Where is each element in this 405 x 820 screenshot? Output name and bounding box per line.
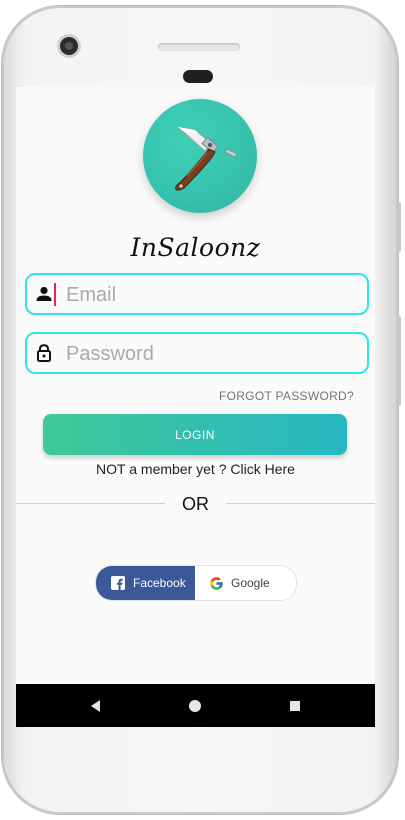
proximity-sensor (183, 70, 213, 83)
volume-button (397, 316, 401, 406)
facebook-icon (111, 576, 125, 590)
person-icon (36, 286, 52, 301)
password-field[interactable] (25, 332, 369, 374)
app-logo (143, 99, 257, 213)
email-input[interactable] (64, 278, 358, 312)
social-login-group: Facebook Google (95, 565, 297, 601)
forgot-password-link[interactable]: FORGOT PASSWORD? (219, 389, 354, 403)
signup-link[interactable]: NOT a member yet ? Click Here (16, 461, 375, 477)
recents-square-icon[interactable] (286, 697, 304, 715)
google-login-button[interactable]: Google (195, 566, 296, 600)
android-nav-bar (16, 684, 375, 727)
google-label: Google (231, 576, 270, 590)
home-circle-icon[interactable] (186, 697, 204, 715)
or-separator: OR (182, 494, 209, 514)
app-title: InSaloonz (130, 233, 261, 262)
facebook-label: Facebook (133, 576, 186, 590)
facebook-login-button[interactable]: Facebook (96, 566, 195, 600)
front-camera (60, 37, 78, 55)
straight-razor-icon (175, 126, 238, 191)
earpiece-speaker (158, 43, 240, 51)
back-triangle-icon[interactable] (87, 697, 105, 715)
power-button (397, 202, 401, 252)
text-caret (54, 283, 56, 306)
divider-right (226, 503, 375, 504)
google-icon (210, 577, 223, 590)
login-button[interactable]: LOGIN (43, 414, 347, 455)
email-field[interactable] (25, 273, 369, 315)
lock-icon (37, 344, 51, 362)
password-input[interactable] (64, 337, 358, 371)
app-screen: InSaloonz FORGOT PASSWORD? LOGIN NOT a m… (16, 87, 375, 727)
